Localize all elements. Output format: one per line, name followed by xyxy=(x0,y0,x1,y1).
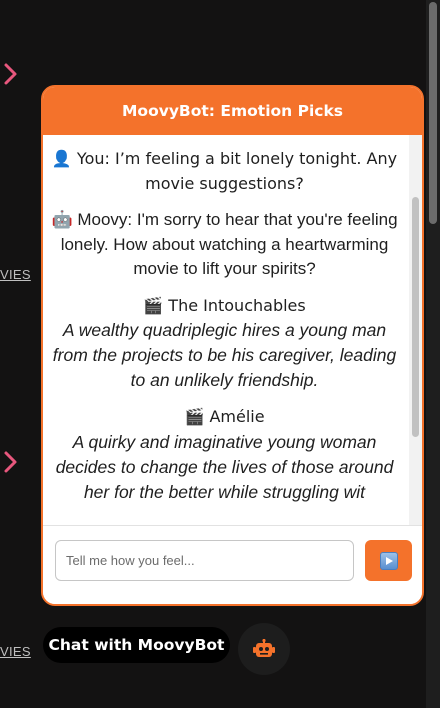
see-more-movies-link[interactable]: VIES xyxy=(0,644,31,659)
see-more-movies-link[interactable]: VIES xyxy=(0,267,31,282)
robot-icon xyxy=(253,639,275,657)
input-bar xyxy=(43,525,422,604)
chat-window: MoovyBot: Emotion Picks 👤 You: I’m feeli… xyxy=(41,85,424,606)
chevron-right-icon[interactable] xyxy=(3,62,19,86)
user-message: 👤 You: I’m feeling a bit lonely tonight.… xyxy=(51,149,398,193)
movie-description: A quirky and imaginative young woman dec… xyxy=(55,431,394,502)
chat-title: MoovyBot: Emotion Picks xyxy=(122,102,343,120)
movie-suggestion: 🎬 Amélie A quirky and imaginative young … xyxy=(51,405,398,505)
page-scrollbar[interactable] xyxy=(426,0,440,708)
movie-description: A wealthy quadriplegic hires a young man… xyxy=(52,320,397,390)
movie-title: 🎬 The Intouchables xyxy=(143,295,306,315)
message-scrollbar[interactable] xyxy=(409,135,422,525)
message-scrollbar-thumb[interactable] xyxy=(412,197,419,437)
chat-launcher-label[interactable]: Chat with MoovyBot xyxy=(43,627,230,663)
chat-header: MoovyBot: Emotion Picks xyxy=(43,87,422,135)
chevron-right-icon[interactable] xyxy=(3,450,19,474)
play-button-icon xyxy=(379,551,398,570)
send-button[interactable] xyxy=(365,540,412,581)
movie-suggestion: 🎬 The Intouchables A wealthy quadriplegi… xyxy=(51,294,398,394)
chat-launcher-button[interactable] xyxy=(238,623,290,675)
message-input[interactable] xyxy=(55,540,354,581)
page-scrollbar-thumb[interactable] xyxy=(429,2,437,224)
bot-message: 🤖 Moovy: I'm sorry to hear that you're f… xyxy=(51,210,398,278)
message-list[interactable]: 👤 You: I’m feeling a bit lonely tonight.… xyxy=(43,135,406,525)
movie-title: 🎬 Amélie xyxy=(184,407,265,426)
chat-launcher-text: Chat with MoovyBot xyxy=(48,636,225,654)
